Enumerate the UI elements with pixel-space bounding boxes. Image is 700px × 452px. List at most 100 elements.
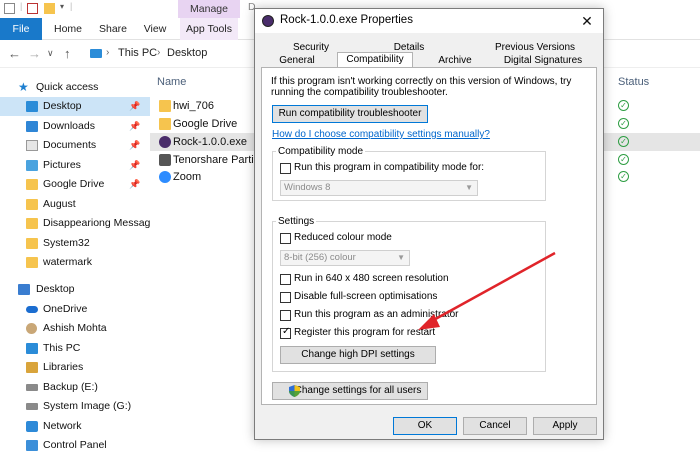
fullscreen-optimisations-checkbox[interactable] (280, 292, 291, 303)
chevron-down-icon: ▼ (465, 183, 473, 192)
nav-item-label: Control Panel (43, 439, 107, 451)
compatibility-mode-checkbox[interactable] (280, 163, 291, 174)
nav-item-onedrive[interactable]: OneDrive (0, 300, 150, 319)
navigation-pane: ★ Quick access Desktop 📌 Downloads 📌 Doc… (0, 68, 150, 452)
nav-item-label: Disappeariong Messag (43, 217, 150, 229)
tab-share[interactable]: Share (96, 18, 130, 40)
select-value: Windows 8 (284, 182, 331, 193)
properties-icon[interactable] (27, 3, 38, 14)
compatibility-mode-label: Compatibility mode (276, 146, 366, 157)
change-dpi-button[interactable]: Change high DPI settings (280, 346, 436, 364)
breadcrumb-separator-icon[interactable]: › (157, 47, 160, 58)
nav-item-label: This PC (43, 342, 81, 354)
compatibility-mode-checkbox-label[interactable]: Run this program in compatibility mode f… (294, 162, 484, 173)
tab-archive[interactable]: Archive (425, 54, 485, 68)
apply-button[interactable]: Apply (533, 417, 597, 435)
sync-status-icon: ✓ (618, 136, 629, 147)
network-icon (26, 421, 38, 432)
pin-icon[interactable]: 📌 (129, 97, 140, 116)
close-icon[interactable]: ✕ (576, 12, 598, 30)
folder-icon (26, 199, 38, 210)
sync-status-icon: ✓ (618, 154, 629, 165)
nav-item-libraries[interactable]: Libraries (0, 358, 150, 377)
run-as-admin-checkbox[interactable] (280, 310, 291, 321)
nav-item-this-pc[interactable]: This PC (0, 339, 150, 358)
compatibility-os-select[interactable]: Windows 8 ▼ (280, 180, 478, 196)
register-restart-label[interactable]: Register this program for restart (294, 327, 435, 338)
change-all-users-button[interactable]: Change settings for all users (272, 382, 428, 400)
column-header-status[interactable]: Status (618, 76, 649, 88)
pc-icon (26, 343, 38, 354)
tab-home[interactable]: Home (50, 18, 86, 40)
breadcrumb-this-pc[interactable]: This PC (118, 47, 157, 59)
tab-compatibility[interactable]: Compatibility (337, 52, 413, 68)
cancel-button[interactable]: Cancel (463, 417, 527, 435)
nav-item-watermark[interactable]: watermark (0, 253, 150, 272)
nav-item-downloads[interactable]: Downloads 📌 (0, 117, 150, 136)
run-as-admin-label[interactable]: Run this program as an administrator (294, 309, 459, 320)
new-folder-icon[interactable] (44, 3, 55, 14)
properties-dialog: Rock-1.0.0.exe Properties ✕ Security Det… (254, 8, 604, 440)
nav-item-desktop-root[interactable]: Desktop (0, 280, 150, 299)
help-link[interactable]: How do I choose compatibility settings m… (272, 129, 490, 140)
dialog-titlebar[interactable]: Rock-1.0.0.exe Properties ✕ (255, 9, 603, 33)
window-menu-icon[interactable] (4, 3, 15, 14)
back-arrow-icon[interactable]: ← (8, 46, 21, 61)
nav-item-backup-drive[interactable]: Backup (E:) (0, 378, 150, 397)
nav-item-network[interactable]: Network (0, 417, 150, 436)
nav-item-system-image-drive[interactable]: System Image (G:) (0, 397, 150, 416)
nav-item-disappearing-messages[interactable]: Disappeariong Messag (0, 214, 150, 233)
customize-toolbar-icon[interactable]: ▾ (60, 2, 64, 11)
breadcrumb-separator-icon[interactable]: › (106, 47, 109, 58)
pictures-icon (26, 160, 38, 171)
reduced-colour-label[interactable]: Reduced colour mode (294, 232, 392, 243)
pin-icon[interactable]: 📌 (129, 156, 140, 175)
tab-previous-versions[interactable]: Previous Versions (483, 41, 587, 55)
colour-depth-select[interactable]: 8-bit (256) colour ▼ (280, 250, 410, 266)
folder-icon (26, 257, 38, 268)
nav-item-label: Network (43, 420, 82, 432)
res-640-checkbox[interactable] (280, 274, 291, 285)
nav-item-desktop[interactable]: Desktop 📌 (0, 97, 150, 116)
res-640-label[interactable]: Run in 640 x 480 screen resolution (294, 273, 449, 284)
nav-item-label: Quick access (36, 81, 99, 93)
nav-item-documents[interactable]: Documents 📌 (0, 136, 150, 155)
breadcrumb-desktop[interactable]: Desktop (167, 47, 207, 59)
forward-arrow-icon[interactable]: → (28, 46, 41, 61)
cloud-icon (26, 306, 38, 313)
nav-item-label: OneDrive (43, 303, 88, 315)
recent-locations-icon[interactable]: ∨ (47, 48, 54, 59)
drive-icon (26, 384, 38, 391)
tab-digital-signatures[interactable]: Digital Signatures (495, 54, 591, 68)
pin-icon[interactable]: 📌 (129, 117, 140, 136)
nav-item-label: System32 (43, 237, 90, 249)
app-shortcut-icon (159, 154, 171, 166)
up-arrow-icon[interactable]: ↑ (64, 46, 71, 61)
zoom-icon (159, 171, 171, 183)
tab-file[interactable]: File (0, 18, 42, 40)
tab-app-tools[interactable]: App Tools (180, 18, 238, 40)
nav-item-pictures[interactable]: Pictures 📌 (0, 156, 150, 175)
column-header-name[interactable]: Name (157, 76, 186, 88)
ok-button[interactable]: OK (393, 417, 457, 435)
nav-item-user[interactable]: Ashish Mohta (0, 319, 150, 338)
tab-security[interactable]: Security (279, 41, 343, 55)
tab-manage[interactable]: Manage (178, 0, 240, 18)
fullscreen-optimisations-label[interactable]: Disable full-screen optimisations (294, 291, 437, 302)
tab-general[interactable]: General (265, 54, 329, 68)
reduced-colour-checkbox[interactable] (280, 233, 291, 244)
desktop-icon (26, 101, 38, 112)
nav-item-system32[interactable]: System32 (0, 234, 150, 253)
nav-item-label: Libraries (43, 361, 84, 373)
nav-item-google-drive[interactable]: Google Drive 📌 (0, 175, 150, 194)
nav-item-control-panel[interactable]: Control Panel (0, 436, 150, 452)
run-troubleshooter-button[interactable]: Run compatibility troubleshooter (272, 105, 428, 123)
tab-view[interactable]: View (140, 18, 170, 40)
pin-icon[interactable]: 📌 (129, 136, 140, 155)
pin-icon[interactable]: 📌 (129, 175, 140, 194)
nav-item-quick-access[interactable]: ★ Quick access (0, 78, 150, 97)
nav-item-august[interactable]: August (0, 195, 150, 214)
file-name: Rock-1.0.0.exe (173, 136, 247, 148)
folder-icon (26, 179, 38, 190)
register-restart-checkbox[interactable] (280, 326, 291, 339)
